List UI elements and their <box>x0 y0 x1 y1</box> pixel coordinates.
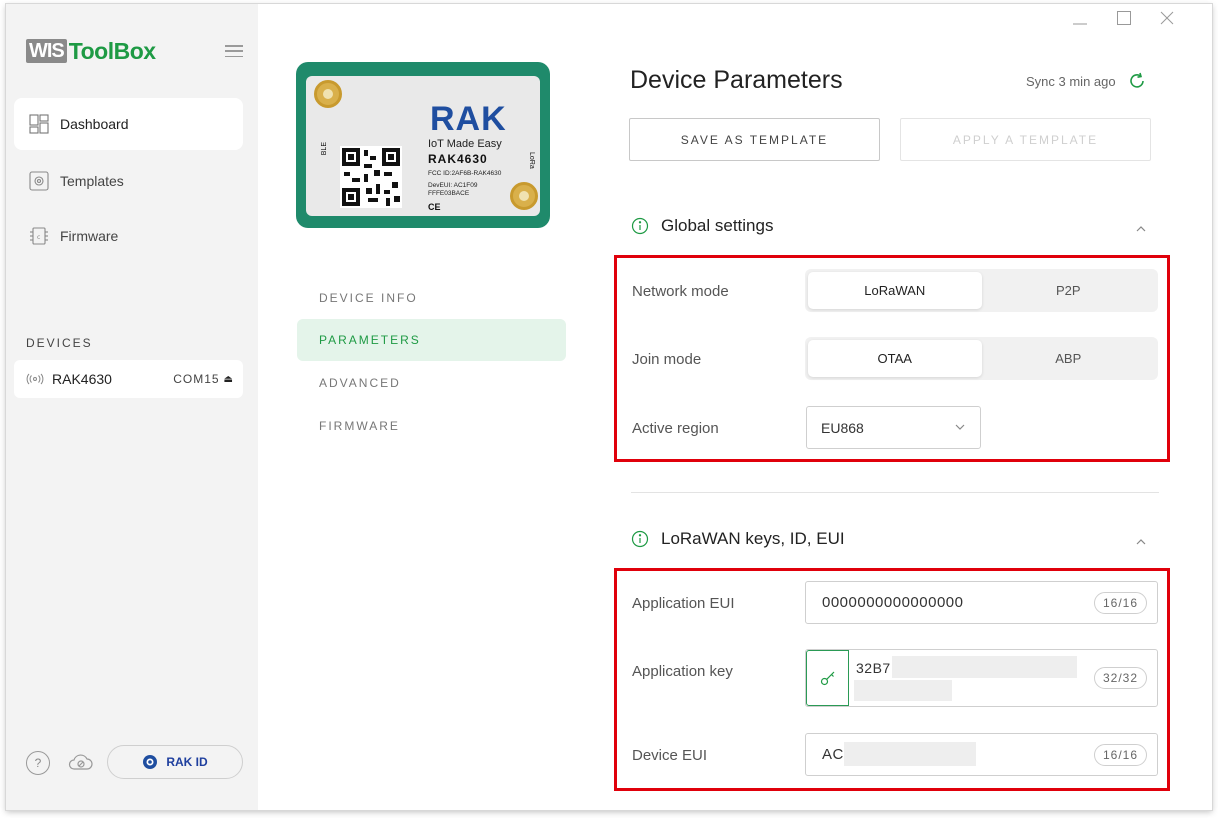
key-icon <box>820 671 834 686</box>
rak-model: RAK4630 <box>428 152 488 166</box>
key-generate-button[interactable] <box>806 650 849 706</box>
divider <box>631 492 1159 493</box>
app-logo: WIS ToolBox <box>26 38 156 64</box>
redacted-block <box>854 680 952 701</box>
char-counter: 32/32 <box>1093 667 1147 689</box>
device-list-item[interactable]: RAK4630 COM15 ⏏ <box>14 360 243 398</box>
join-mode-abp[interactable]: ABP <box>982 340 1156 377</box>
lora-label: LoRa <box>528 152 535 169</box>
ce-mark: CE <box>428 202 441 212</box>
maximize-icon[interactable] <box>1116 10 1132 31</box>
join-mode-otaa[interactable]: OTAA <box>808 340 982 377</box>
antenna-pad-ble <box>314 80 342 108</box>
dev-eui-field[interactable]: AC 16/16 <box>805 733 1158 776</box>
info-icon <box>631 217 649 235</box>
app-key-field[interactable]: 32B7 32/32 <box>805 649 1158 707</box>
section-title: Global settings <box>661 216 774 235</box>
devices-heading: DEVICES <box>26 336 93 350</box>
network-mode-p2p[interactable]: P2P <box>982 272 1156 309</box>
app-eui-value: 0000000000000000 <box>822 594 964 611</box>
tab-device-info[interactable]: DEVICE INFO <box>297 277 566 319</box>
sync-text: Sync 3 min ago <box>1026 73 1116 89</box>
app-key-label: Application key <box>632 663 733 680</box>
svg-text:c: c <box>37 234 40 241</box>
section-title: LoRaWAN keys, ID, EUI <box>661 529 845 548</box>
rak-id-label: RAK ID <box>166 755 208 769</box>
logo-toolbox: ToolBox <box>68 37 156 64</box>
char-counter: 16/16 <box>1093 744 1147 766</box>
device-name: RAK4630 <box>52 371 112 387</box>
sidebar-item-firmware[interactable]: c Firmware <box>14 210 243 262</box>
wireless-icon <box>26 373 44 385</box>
section-lorawan-keys[interactable]: LoRaWAN keys, ID, EUI <box>631 529 845 549</box>
sidebar-item-templates[interactable]: Templates <box>14 155 243 207</box>
chevron-up-icon[interactable] <box>1134 224 1148 234</box>
rak-brand: RAK <box>430 100 507 138</box>
cloud-sync-icon[interactable] <box>66 750 94 774</box>
join-mode-label: Join mode <box>632 351 702 368</box>
close-icon[interactable] <box>1159 10 1175 31</box>
dev-eui-rest: FFFE03BACE <box>428 190 470 197</box>
apply-template-button[interactable]: APPLY A TEMPLATE <box>900 118 1151 161</box>
char-counter: 16/16 <box>1093 592 1147 614</box>
antenna-pad-lora <box>510 182 538 210</box>
save-as-template-button[interactable]: SAVE AS TEMPLATE <box>629 118 880 161</box>
sidebar-item-label: Firmware <box>60 228 119 244</box>
sync-status: Sync 3 min ago <box>1026 72 1146 90</box>
network-mode-label: Network mode <box>632 283 729 300</box>
tab-firmware[interactable]: FIRMWARE <box>297 405 566 447</box>
ble-label: BLE <box>321 142 328 156</box>
rak-id-icon <box>143 755 158 769</box>
qr-code-icon <box>340 146 402 208</box>
chevron-down-icon <box>955 424 965 430</box>
sidebar-item-label: Dashboard <box>60 116 129 132</box>
tab-advanced[interactable]: ADVANCED <box>297 362 566 404</box>
refresh-icon[interactable] <box>1128 72 1146 90</box>
active-region-select[interactable]: EU868 <box>806 406 981 449</box>
redacted-block <box>844 742 976 766</box>
minimize-icon[interactable] <box>1072 10 1088 31</box>
dashboard-icon <box>28 113 50 135</box>
templates-icon <box>28 170 50 192</box>
sidebar-item-label: Templates <box>60 173 124 189</box>
chip-icon: c <box>28 225 50 247</box>
active-region-label: Active region <box>632 420 719 437</box>
eject-icon[interactable]: ⏏ <box>224 374 233 385</box>
sidebar: WIS ToolBox Dashboard Templates c Firmwa… <box>6 4 258 810</box>
section-global-settings[interactable]: Global settings <box>631 216 773 236</box>
dev-eui-label: DevEUI: AC1F09 <box>428 182 478 189</box>
redacted-block <box>892 656 1077 678</box>
app-key-value: 32B7 <box>856 660 891 676</box>
chevron-up-icon[interactable] <box>1134 537 1148 547</box>
device-port: COM15 <box>173 372 220 386</box>
page-title: Device Parameters <box>630 66 843 94</box>
app-eui-label: Application EUI <box>632 595 735 612</box>
fcc-id: FCC ID:2AF6B-RAK4630 <box>428 170 502 177</box>
menu-icon[interactable] <box>225 45 243 57</box>
device-image: RAK IoT Made Easy RAK4630 FCC ID:2AF6B-R… <box>296 62 550 228</box>
info-icon <box>631 530 649 548</box>
rak-tagline: IoT Made Easy <box>428 138 502 150</box>
dev-eui-value: AC <box>822 746 844 763</box>
network-mode-lorawan[interactable]: LoRaWAN <box>808 272 982 309</box>
app-eui-field[interactable]: 0000000000000000 16/16 <box>805 581 1158 624</box>
logo-wis: WIS <box>26 39 67 63</box>
tab-parameters[interactable]: PARAMETERS <box>297 319 566 361</box>
rak-id-button[interactable]: RAK ID <box>107 745 243 779</box>
help-icon[interactable]: ? <box>26 751 50 775</box>
sidebar-item-dashboard[interactable]: Dashboard <box>14 98 243 150</box>
dev-eui-field-label: Device EUI <box>632 747 708 764</box>
join-mode-toggle[interactable]: OTAA ABP <box>805 337 1158 380</box>
network-mode-toggle[interactable]: LoRaWAN P2P <box>805 269 1158 312</box>
active-region-value: EU868 <box>821 419 864 436</box>
app-window: WIS ToolBox Dashboard Templates c Firmwa… <box>6 4 1212 810</box>
